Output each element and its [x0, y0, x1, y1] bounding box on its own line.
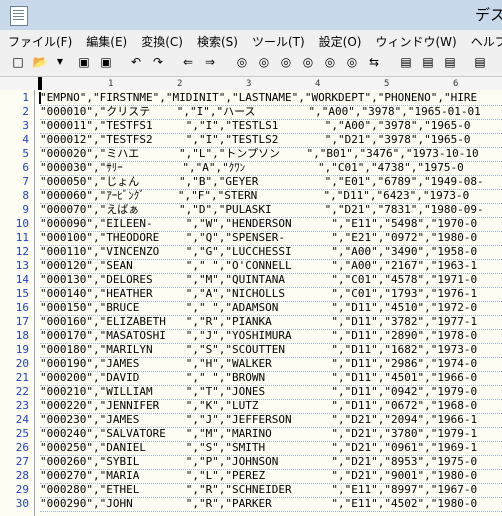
new-file-icon[interactable]: □ — [10, 54, 26, 70]
find-prev-icon[interactable]: ◎ — [256, 54, 272, 70]
ruler-tick: 3 — [246, 79, 252, 89]
menu-file[interactable]: ファイル(F) — [8, 30, 72, 50]
line-number: 26 — [15, 441, 29, 454]
line-number: 13 — [15, 259, 29, 272]
grep-icon[interactable]: ◎ — [322, 54, 338, 70]
line-number: 1 — [22, 91, 29, 104]
menu-settings[interactable]: 設定(O) — [319, 30, 362, 50]
open-folder-icon[interactable]: 📂 — [32, 54, 48, 70]
replace-icon[interactable]: ◎ — [344, 54, 360, 70]
menu-search[interactable]: 検索(S) — [197, 30, 238, 50]
line-number: 21 — [15, 371, 29, 384]
menu-tools[interactable]: ツール(T) — [252, 30, 305, 50]
line-number: 17 — [15, 315, 29, 328]
menu-help[interactable]: ヘルプ(H) — [471, 30, 502, 50]
menu-convert[interactable]: 変換(C) — [141, 30, 183, 50]
line-number: 16 — [15, 301, 29, 314]
line-number: 8 — [22, 189, 29, 202]
ruler-cursor — [38, 77, 42, 90]
ruler-tick: 6 — [453, 79, 459, 89]
menu-bar: ファイル(F) 編集(E) 変換(C) 検索(S) ツール(T) 設定(O) ウ… — [0, 30, 502, 50]
line-number: 9 — [22, 203, 29, 216]
line-number: 12 — [15, 245, 29, 258]
undo-icon[interactable]: ↶ — [128, 54, 144, 70]
ruler-tick: 4 — [315, 79, 321, 89]
title-bar: デス — [0, 0, 502, 30]
line-number: 22 — [15, 385, 29, 398]
app-icon[interactable] — [10, 6, 28, 26]
line-number: 23 — [15, 399, 29, 412]
line-number: 24 — [15, 413, 29, 426]
line-number-gutter: 1 2 3 4 5 6 7 8 9 10 11 12 13 14 15 16 1… — [0, 90, 35, 516]
ruler-tick: 1 — [108, 79, 114, 89]
line-number: 25 — [15, 427, 29, 440]
ruler-tick: 5 — [384, 79, 390, 89]
line-number: 27 — [15, 455, 29, 468]
text-editor[interactable]: "EMPNO","FIRSTNME","MIDINIT","LASTNAME",… — [35, 90, 502, 516]
text-line[interactable]: "000290","JOHN ","R","PARKER ","E11","45… — [40, 496, 502, 512]
line-number: 20 — [15, 357, 29, 370]
find-icon[interactable]: ◎ — [234, 54, 250, 70]
line-number: 4 — [22, 133, 29, 146]
line-number: 3 — [22, 119, 29, 132]
line-number: 28 — [15, 469, 29, 482]
back-icon[interactable]: ⇐ — [180, 54, 196, 70]
save-all-icon[interactable]: ▣ — [98, 54, 114, 70]
line-number: 30 — [15, 497, 29, 510]
line-number: 11 — [15, 231, 29, 244]
clear-highlight-icon[interactable]: ◎ — [300, 54, 316, 70]
redo-icon[interactable]: ↷ — [150, 54, 166, 70]
find-next-icon[interactable]: ◎ — [278, 54, 294, 70]
outline-icon[interactable]: ▤ — [398, 54, 414, 70]
line-number: 10 — [15, 217, 29, 230]
save-icon[interactable]: ▣ — [76, 54, 92, 70]
line-number: 18 — [15, 329, 29, 342]
menu-window[interactable]: ウィンドウ(W) — [375, 30, 456, 50]
jump-icon[interactable]: ⇆ — [366, 54, 382, 70]
line-number: 7 — [22, 175, 29, 188]
menu-edit[interactable]: 編集(E) — [86, 30, 127, 50]
line-number: 29 — [15, 483, 29, 496]
toolbar: □ 📂 ▼ ▣ ▣ ↶ ↷ ⇐ ⇒ ◎ ◎ ◎ ◎ ◎ ◎ ⇆ ▤ ▤ ▤ ▤ — [0, 50, 502, 77]
dropdown-arrow-icon[interactable]: ▼ — [52, 54, 68, 70]
line-number: 6 — [22, 161, 29, 174]
ruler-tick: 2 — [177, 79, 183, 89]
settings-icon[interactable]: ▤ — [420, 54, 436, 70]
line-number: 15 — [15, 287, 29, 300]
list-icon[interactable]: ▤ — [472, 54, 488, 70]
line-number: 5 — [22, 147, 29, 160]
line-number: 2 — [22, 105, 29, 118]
font-icon[interactable]: ▤ — [442, 54, 458, 70]
line-number: 14 — [15, 273, 29, 286]
forward-icon[interactable]: ⇒ — [202, 54, 218, 70]
window-title: デス — [475, 6, 502, 24]
column-ruler: 1 2 3 4 5 6 — [0, 77, 502, 91]
line-number: 19 — [15, 343, 29, 356]
